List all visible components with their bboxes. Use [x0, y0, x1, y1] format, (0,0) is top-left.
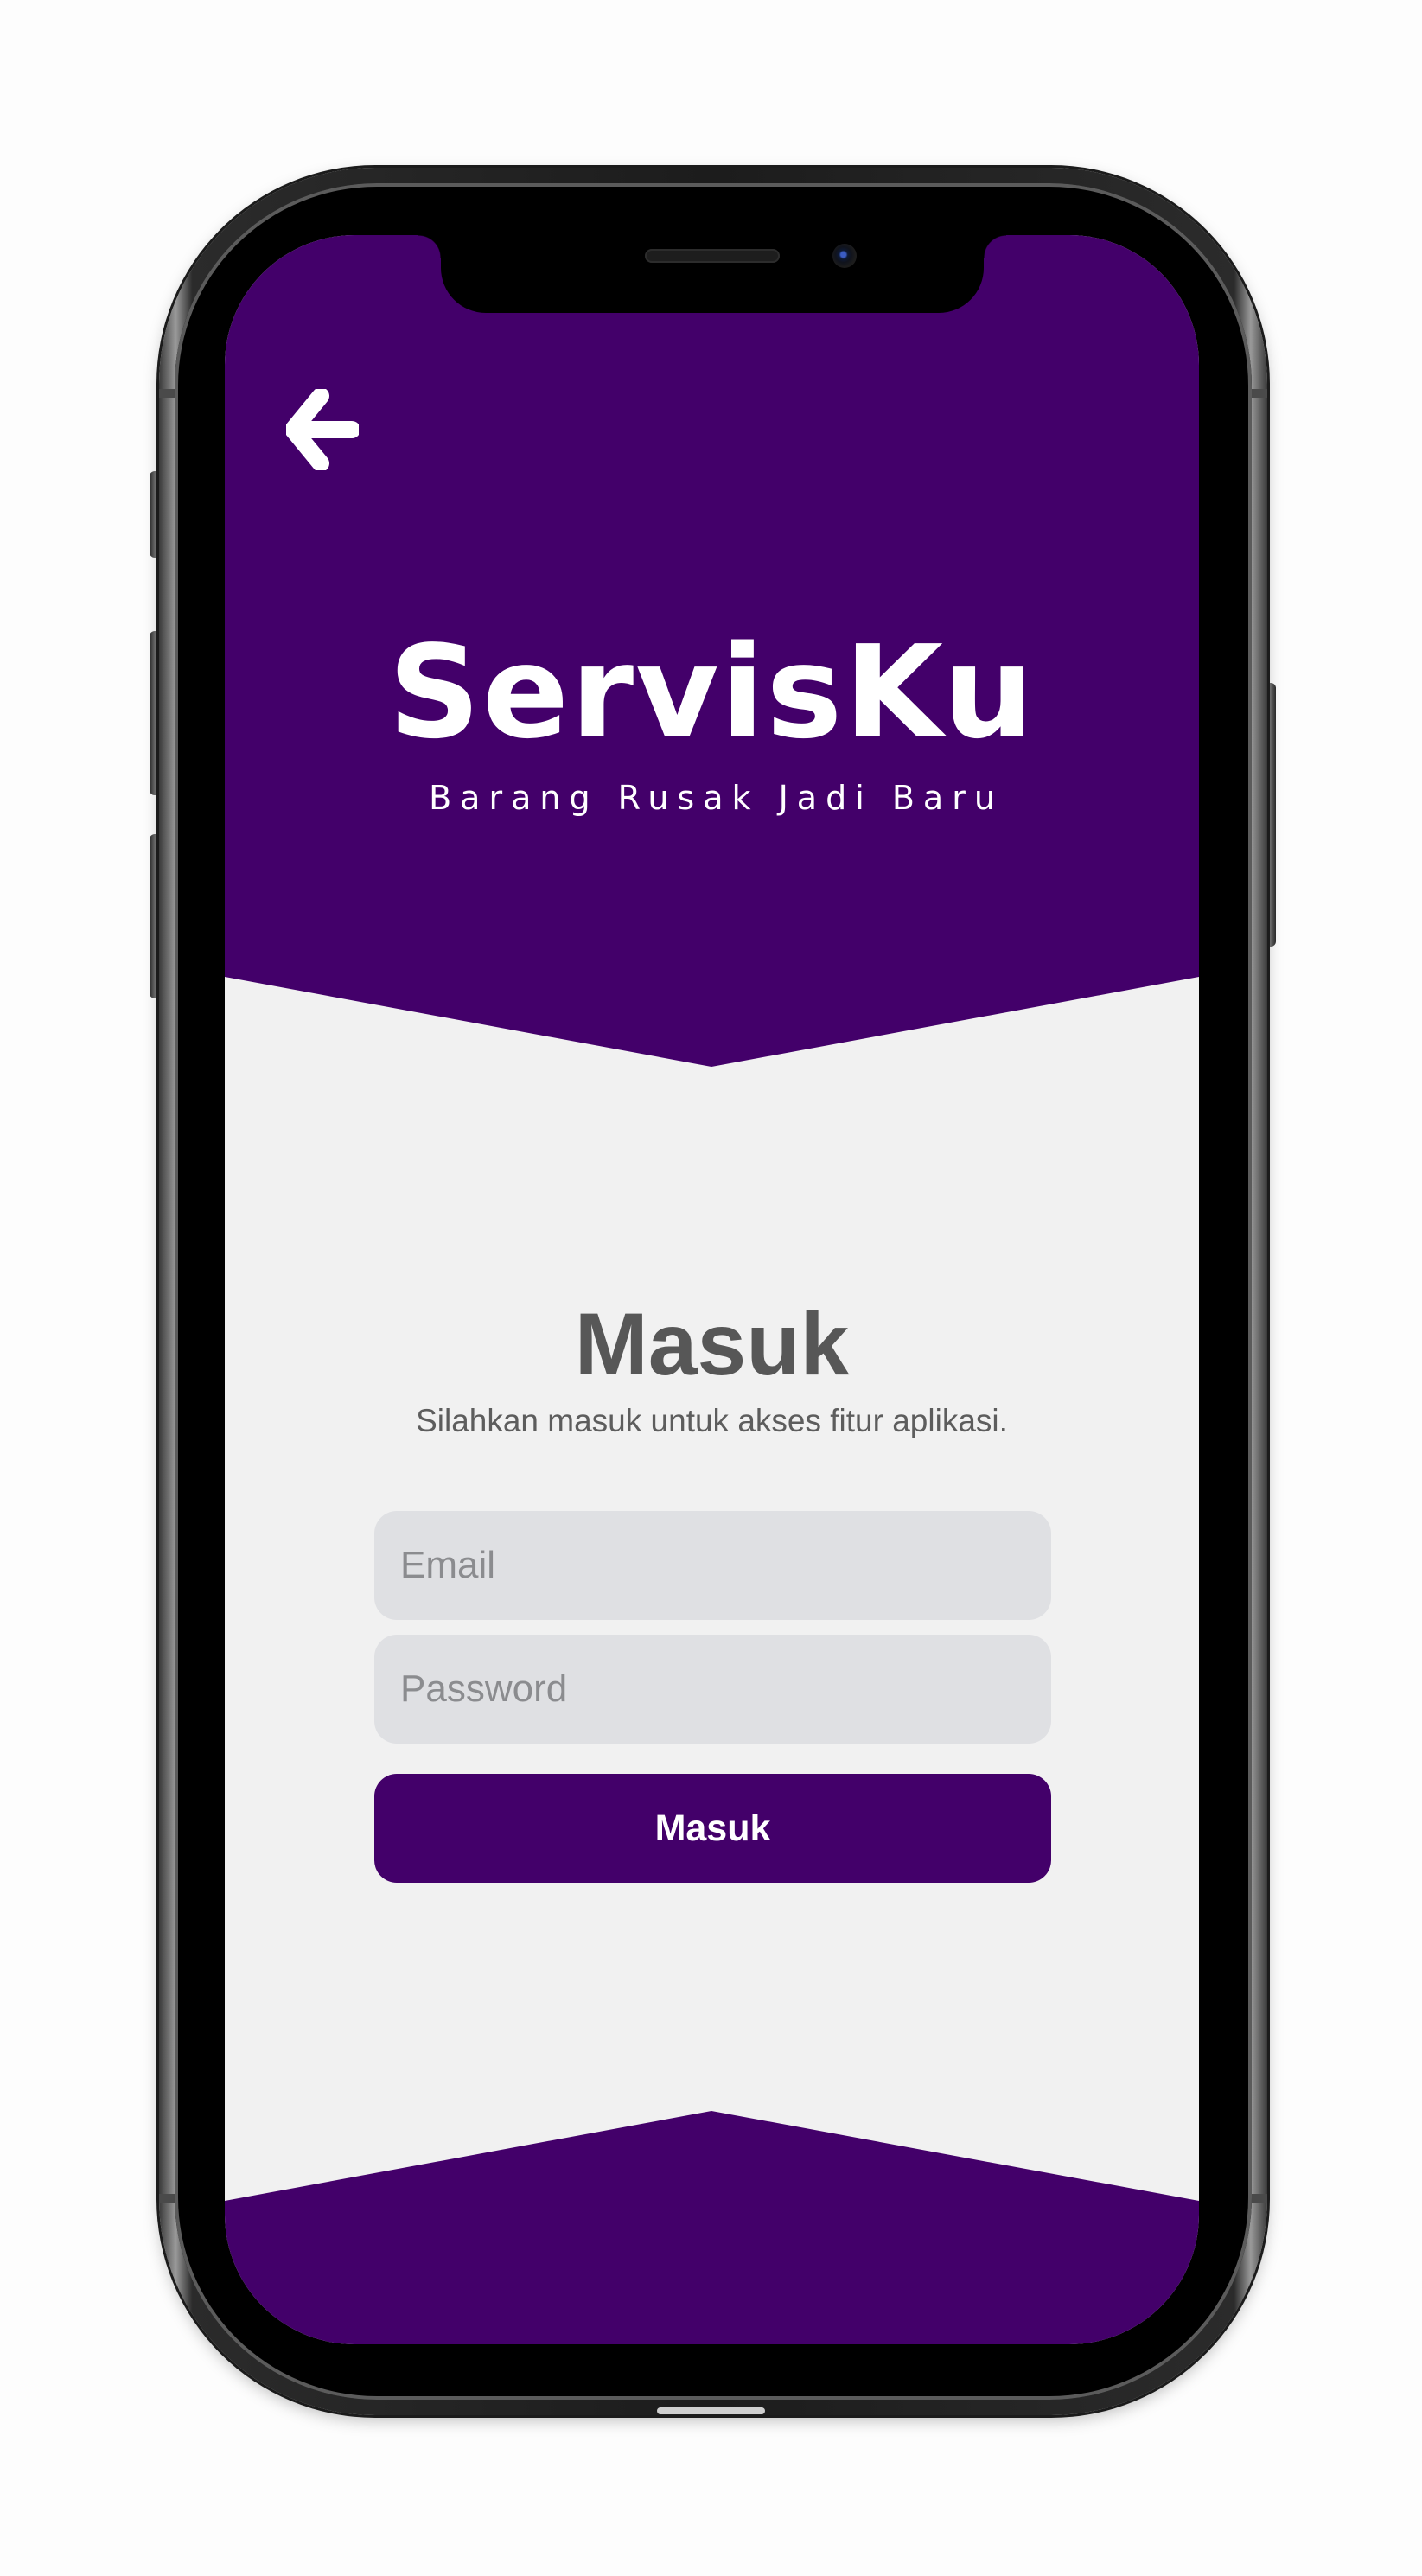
app-name: ServisKu: [388, 618, 1036, 767]
antenna-band: [159, 2194, 175, 2203]
login-button[interactable]: Masuk: [374, 1774, 1051, 1883]
arrow-left-icon: [286, 389, 359, 470]
email-field[interactable]: [374, 1511, 1051, 1620]
antenna-band: [1252, 389, 1267, 398]
earpiece-speaker: [645, 249, 780, 263]
antenna-band: [1252, 2194, 1267, 2203]
password-field[interactable]: [374, 1635, 1051, 1744]
background-shapes: [225, 235, 1199, 2344]
antenna-band: [159, 389, 175, 398]
notch: [418, 235, 1006, 313]
app-screen: ServisKu Barang Rusak Jadi Baru Masuk Si…: [225, 235, 1199, 2344]
bottom-frame-highlight: [657, 2407, 765, 2414]
login-form-heading: Masuk Silahkan masuk untuk akses fitur a…: [225, 1298, 1199, 1439]
device-mockup: ServisKu Barang Rusak Jadi Baru Masuk Si…: [0, 0, 1422, 2576]
footer-chevron-shape: [225, 2111, 1199, 2344]
app-logo: ServisKu Barang Rusak Jadi Baru: [225, 628, 1199, 817]
page-title: Masuk: [574, 1295, 850, 1393]
front-camera: [832, 244, 857, 268]
page-subtitle: Silahkan masuk untuk akses fitur aplikas…: [416, 1403, 1008, 1439]
app-tagline: Barang Rusak Jadi Baru: [429, 779, 1004, 817]
back-button[interactable]: [275, 382, 370, 477]
